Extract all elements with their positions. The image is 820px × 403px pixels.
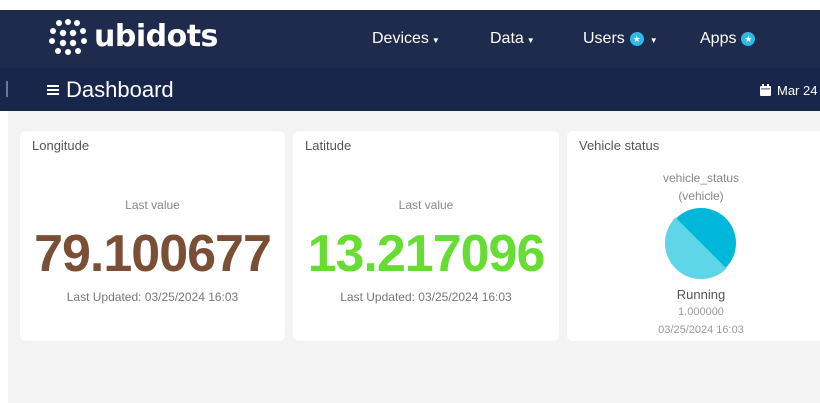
caret-down-icon: ▼ [431, 35, 440, 45]
device-name: (vehicle) [678, 189, 724, 203]
status-pie-chart [665, 208, 736, 279]
widget-longitude[interactable]: Longitude Last value 79.100677 Last Upda… [20, 131, 285, 341]
last-updated-text: Last Updated: 03/25/2024 16:03 [66, 290, 239, 304]
last-updated-text: Last Updated: 03/25/2024 16:03 [340, 290, 512, 304]
widget-latitude[interactable]: Latitude Last value 13.217096 Last Updat… [293, 131, 559, 341]
nav-devices-label: Devices [372, 30, 429, 47]
latitude-value: 13.217096 [307, 225, 546, 283]
caret-down-icon: ▼ [649, 35, 658, 45]
status-timestamp: 03/25/2024 16:03 [658, 324, 744, 336]
date-range-picker[interactable]: Mar 24 [760, 81, 817, 99]
variable-name: vehicle_status [662, 171, 740, 185]
sidebar-edge-divider [6, 81, 9, 97]
dashboard-header: Dashboard Mar 24 [0, 68, 820, 111]
calendar-icon [760, 84, 771, 96]
nav-apps[interactable]: Apps ★ [700, 28, 756, 50]
widget-vehicle-status[interactable]: Vehicle status vehicle_status (vehicle) … [567, 131, 820, 341]
widget-title: Longitude [32, 138, 90, 153]
top-navbar: ubidots Devices ▼ Data ▼ Users ★ ▼ Apps … [0, 10, 820, 68]
nav-data-label: Data [490, 30, 524, 47]
dashboard-content: Longitude Last value 79.100677 Last Upda… [8, 111, 820, 403]
widget-title: Latitude [305, 138, 352, 153]
hamburger-menu-icon[interactable] [47, 85, 59, 95]
dashboard-title: Dashboard [66, 77, 174, 102]
longitude-value: 79.100677 [34, 225, 272, 283]
status-value: 1.000000 [678, 306, 724, 318]
widget-title: Vehicle status [579, 138, 660, 153]
ubidots-wordmark: ubidots [94, 19, 218, 54]
caret-down-icon: ▼ [526, 35, 535, 45]
star-badge-icon: ★ [741, 32, 756, 46]
nav-devices[interactable]: Devices ▼ [372, 28, 440, 50]
ubidots-logo[interactable]: ubidots [48, 18, 218, 56]
date-range-label: Mar 24 [777, 82, 818, 98]
nav-apps-label: Apps [700, 30, 737, 47]
nav-users[interactable]: Users ★ ▼ [583, 28, 658, 50]
nav-users-label: Users [583, 30, 625, 47]
star-badge-icon: ★ [629, 32, 644, 46]
ubidots-logo-icon [49, 19, 87, 55]
last-value-label: Last value [398, 198, 454, 212]
last-value-label: Last value [125, 198, 180, 212]
nav-data[interactable]: Data ▼ [490, 28, 535, 50]
status-text: Running [676, 287, 726, 302]
